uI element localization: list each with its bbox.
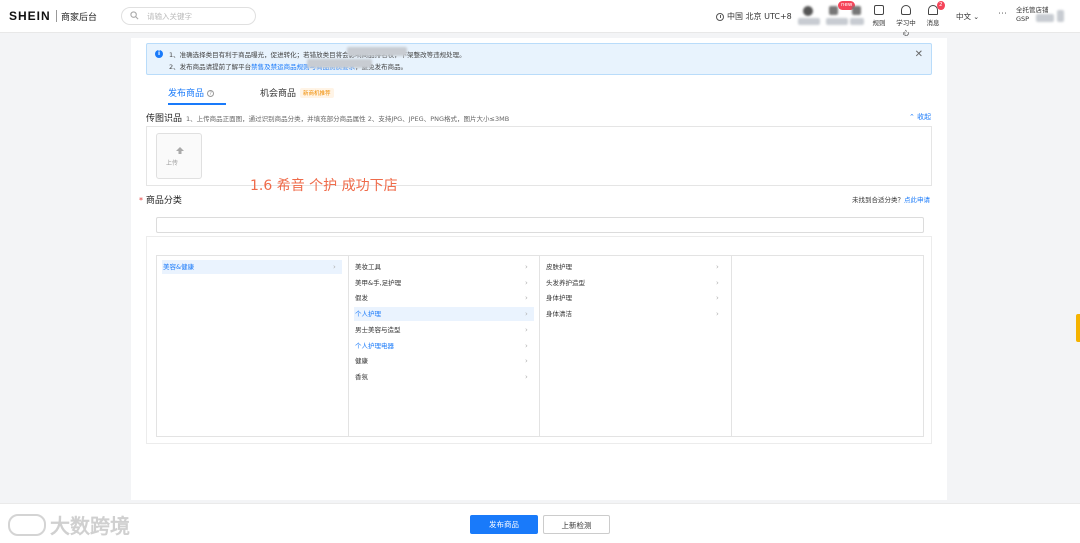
rules-label: 规则 [872, 19, 886, 27]
chevron-right-icon: › [716, 294, 719, 302]
shein-logo[interactable]: SHEIN [9, 9, 51, 23]
more-icon[interactable]: ⋯ [998, 9, 1007, 19]
rules-button[interactable]: 规则 [867, 5, 891, 27]
chevron-right-icon: › [716, 310, 719, 318]
tab-opportunity-label: 机会商品 [260, 89, 297, 99]
timezone-label: 中国 北京 UTC+8 [727, 12, 792, 21]
messages-label: 消息 [926, 19, 940, 27]
tab-bar: 发布商品? 机会商品 新商机推荐 [146, 82, 932, 105]
selection-highlight [354, 307, 534, 321]
learning-center-button[interactable]: 学习中心 [894, 5, 918, 37]
publish-button[interactable]: 发布商品 [470, 515, 538, 534]
download-icon[interactable] [852, 6, 861, 15]
category-item[interactable]: 香氛 [355, 370, 368, 384]
watermark: 大数跨境 [8, 510, 130, 539]
required-mark: * [139, 196, 143, 205]
chevron-right-icon: › [333, 263, 336, 271]
annotation-text: 1.6 希音 个护 成功下店 [250, 178, 398, 194]
blurred-label [798, 18, 820, 25]
upload-label: 上传 [166, 160, 179, 167]
category-title-label: 商品分类 [145, 196, 182, 206]
category-item[interactable]: 美妆工具 [355, 260, 381, 274]
close-icon[interactable]: ✕ [915, 49, 923, 60]
check-button[interactable]: 上新检测 [543, 515, 610, 534]
category-cascader: 美容&健康 › 美妆工具 › 美甲&手,足护理 › 假发 › 个人护理 › 男士… [156, 255, 924, 437]
top-bar: SHEIN 商家后台 请输入关键字 中国 北京 UTC+8 new 规则 学习中… [0, 0, 1080, 37]
opportunity-tag: 新商机推荐 [300, 88, 334, 98]
collapse-label: 收起 [917, 113, 932, 121]
tab-publish-label: 发布商品 [168, 89, 205, 99]
image-upload-button[interactable]: 上传 [156, 133, 202, 179]
notice-line-1: 1、准确选择类目有利于商品曝光，促进转化；若错放类目将会影响商品排名权，下架整改… [169, 51, 466, 59]
watermark-text: 大数跨境 [50, 514, 130, 538]
record-icon[interactable] [803, 6, 813, 16]
qr-icon[interactable] [829, 6, 838, 15]
category-column-3: 皮肤护理 › 头发养护造型 › 身体护理 › 身体清洁 › [540, 256, 732, 436]
category-item[interactable]: 个人护理 [355, 307, 381, 321]
learning-center-label: 学习中心 [896, 19, 916, 37]
category-column-4 [732, 256, 923, 436]
blurred-text [347, 47, 407, 56]
blurred-label [850, 18, 864, 25]
side-feedback-tab[interactable] [1076, 314, 1080, 342]
tab-active-indicator [168, 103, 226, 105]
chevron-right-icon: › [525, 263, 528, 271]
category-item[interactable]: 男士美容与造型 [355, 323, 401, 337]
search-placeholder: 请输入关键字 [147, 12, 192, 21]
category-item[interactable]: 个人护理电器 [355, 339, 394, 353]
category-item[interactable]: 假发 [355, 291, 368, 305]
document-icon [874, 5, 884, 15]
chevron-right-icon: › [525, 357, 528, 365]
help-icon[interactable]: ? [207, 90, 215, 97]
category-title: * 商品分类 [139, 193, 182, 206]
chevron-right-icon: › [525, 373, 528, 381]
tab-opportunity[interactable]: 机会商品 新商机推荐 [260, 86, 334, 99]
logo-divider [56, 10, 57, 22]
search-input[interactable]: 请输入关键字 [121, 7, 256, 25]
category-item[interactable]: 美甲&手,足护理 [355, 276, 401, 290]
chevron-right-icon: › [525, 326, 528, 334]
category-help-text: 未找到合适分类？ [852, 196, 904, 204]
chevron-right-icon: › [525, 342, 528, 350]
chevron-right-icon: › [716, 263, 719, 271]
search-icon [130, 11, 139, 20]
category-item[interactable]: 头发养护造型 [546, 276, 585, 290]
message-count-badge: 2 [937, 1, 945, 10]
info-icon: i [155, 50, 163, 58]
category-search-input[interactable] [156, 217, 924, 233]
category-item[interactable]: 身体护理 [546, 291, 572, 305]
chevron-right-icon: › [525, 279, 528, 287]
category-item[interactable]: 身体清洁 [546, 307, 572, 321]
blurred-account [1036, 14, 1054, 22]
chevron-right-icon: › [716, 279, 719, 287]
category-column-1: 美容&健康 › [157, 256, 349, 436]
tab-publish[interactable]: 发布商品? [168, 86, 215, 99]
timezone-display[interactable]: 中国 北京 UTC+8 [716, 11, 792, 22]
category-help: 未找到合适分类？点此申请 [852, 194, 930, 204]
footer-bar: 发布商品 上新检测 [0, 503, 1080, 543]
upload-icon [176, 147, 184, 154]
apply-category-link[interactable]: 点此申请 [904, 196, 930, 204]
clock-icon [716, 12, 724, 21]
collapse-toggle[interactable]: ⌃ 收起 [909, 112, 931, 122]
notice-line-2-prefix: 2、发布商品请提前了解平台 [169, 63, 252, 71]
category-item[interactable]: 皮肤护理 [546, 260, 572, 274]
blurred-text [307, 59, 372, 68]
watermark-logo-icon [8, 513, 46, 536]
image-recognition-desc: 1、上传商品正面图，通过识别商品分类，并填充部分商品属性 2、支持JPG、JPE… [186, 115, 510, 123]
app-subtitle: 商家后台 [61, 13, 98, 23]
category-item[interactable]: 健康 [355, 354, 368, 368]
image-recognition-title: 传图识品 [146, 114, 183, 124]
category-column-2: 美妆工具 › 美甲&手,足护理 › 假发 › 个人护理 › 男士美容与造型 › … [349, 256, 540, 436]
chevron-right-icon: › [525, 310, 528, 318]
notice-banner: i 1、准确选择类目有利于商品曝光，促进转化；若错放类目将会影响商品排名权，下架… [146, 43, 932, 75]
blurred-avatar [1057, 10, 1064, 22]
graduation-cap-icon [901, 5, 911, 15]
category-item[interactable]: 美容&健康 [163, 260, 194, 274]
chevron-right-icon: › [525, 294, 528, 302]
blurred-label [826, 18, 848, 25]
language-select[interactable]: 中文 [956, 11, 979, 22]
